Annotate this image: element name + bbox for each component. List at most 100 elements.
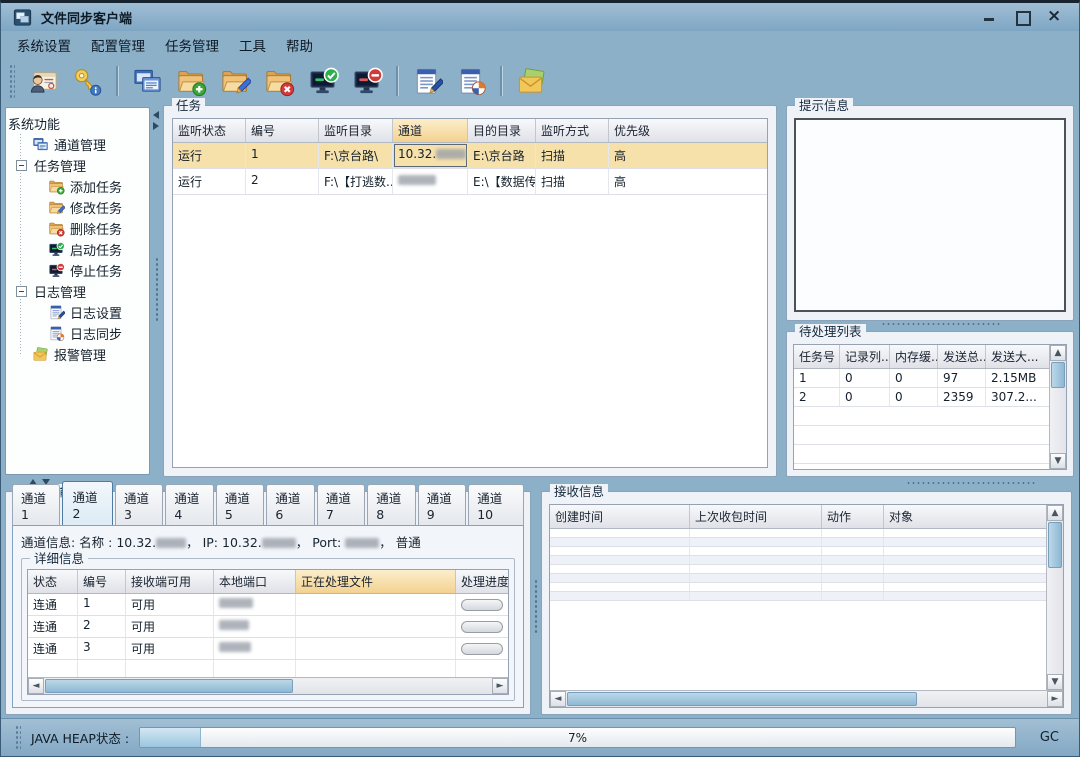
collapse-left-icon[interactable] — [153, 111, 159, 119]
column-header[interactable]: 记录列... — [840, 345, 890, 368]
scroll-right-icon[interactable]: ► — [1047, 691, 1063, 707]
table-row[interactable]: 运行 2 F:\【打逃数... E:\【数据传... 扫描 高 — [173, 169, 767, 195]
scroll-left-icon[interactable]: ◄ — [28, 678, 44, 694]
scroll-down-icon[interactable]: ▼ — [1047, 674, 1063, 690]
collapse-right-icon[interactable] — [153, 122, 159, 130]
column-header[interactable]: 正在处理文件 — [296, 570, 456, 593]
collapse-expander-icon[interactable] — [16, 160, 27, 171]
scroll-up-icon[interactable]: ▲ — [1050, 345, 1066, 361]
column-header[interactable]: 状态 — [28, 570, 78, 593]
scrollbar-thumb[interactable] — [1051, 362, 1065, 388]
channel-manage-button[interactable] — [127, 62, 167, 100]
sidebar-item-edit-task[interactable]: 修改任务 — [8, 197, 147, 218]
scrollbar-track[interactable] — [1050, 389, 1066, 453]
sidebar-item-log-manage[interactable]: 日志管理 — [8, 281, 147, 302]
channel-tab[interactable]: 通道4 — [165, 484, 213, 526]
table-row[interactable]: 运行 1 F:\京台路\ 10.32. E:\京台路 扫描 高 — [173, 143, 767, 169]
channel-tab[interactable]: 通道6 — [266, 484, 314, 526]
user-card-button[interactable] — [23, 62, 63, 100]
column-header[interactable]: 任务号 — [794, 345, 840, 368]
menu-item[interactable]: 任务管理 — [155, 31, 229, 59]
vertical-splitter[interactable] — [152, 107, 162, 475]
splitter-collapse-arrows[interactable] — [153, 111, 159, 130]
maximize-icon[interactable] — [1015, 10, 1029, 24]
sidebar-item-log-sync[interactable]: 日志同步 — [8, 323, 147, 344]
channel-tab[interactable]: 通道5 — [216, 484, 264, 526]
sidebar-item-task-manage[interactable]: 任务管理 — [8, 155, 147, 176]
column-header[interactable]: 创建时间 — [550, 505, 690, 528]
table-row[interactable]: 1 0 0 97 2.15MB — [794, 369, 1049, 388]
channel-tab[interactable]: 通道3 — [115, 484, 163, 526]
column-header[interactable]: 发送总... — [938, 345, 986, 368]
sidebar-item-start-task[interactable]: 启动任务 — [8, 239, 147, 260]
vertical-splitter[interactable] — [532, 491, 540, 715]
channel-tab[interactable]: 通道1 — [12, 484, 60, 526]
scroll-up-icon[interactable]: ▲ — [1047, 505, 1063, 521]
column-header[interactable]: 监听目录 — [319, 119, 393, 142]
alarm-button[interactable] — [511, 62, 551, 100]
splitter-grip[interactable] — [534, 579, 538, 635]
stop-task-button[interactable] — [347, 62, 387, 100]
log-settings-button[interactable] — [407, 62, 447, 100]
scrollbar-thumb[interactable] — [45, 679, 293, 693]
column-header[interactable]: 发送大... — [986, 345, 1049, 368]
sidebar-item-add-task[interactable]: 添加任务 — [8, 176, 147, 197]
scroll-right-icon[interactable]: ► — [492, 678, 508, 694]
sidebar-item-channel-manage[interactable]: 通道管理 — [8, 134, 147, 155]
sidebar-item-stop-task[interactable]: 停止任务 — [8, 260, 147, 281]
tip-message-area[interactable] — [794, 118, 1066, 312]
table-row[interactable]: 连通 3 可用 — [28, 638, 508, 660]
channel-tab[interactable]: 通道7 — [317, 484, 365, 526]
menu-item[interactable]: 系统设置 — [7, 31, 81, 59]
horizontal-scrollbar[interactable]: ◄ ► — [550, 690, 1063, 707]
scroll-left-icon[interactable]: ◄ — [550, 691, 566, 707]
column-header[interactable]: 监听方式 — [536, 119, 609, 142]
scrollbar-track[interactable] — [1047, 569, 1063, 674]
scroll-down-icon[interactable]: ▼ — [1050, 453, 1066, 469]
scrollbar-track[interactable] — [918, 691, 1047, 707]
column-header[interactable]: 编号 — [78, 570, 126, 593]
scrollbar-track[interactable] — [294, 678, 492, 694]
column-header[interactable]: 内存缓... — [890, 345, 938, 368]
column-header[interactable]: 上次收包时间 — [690, 505, 822, 528]
channel-tab[interactable]: 通道9 — [418, 484, 466, 526]
horizontal-splitter-grip[interactable] — [881, 322, 1001, 327]
column-header[interactable]: 监听状态 — [173, 119, 246, 142]
sidebar-item-log-settings[interactable]: 日志设置 — [8, 302, 147, 323]
column-header[interactable]: 接收端可用 — [126, 570, 214, 593]
add-task-button[interactable] — [171, 62, 211, 100]
table-row[interactable]: 连通 1 可用 — [28, 594, 508, 616]
close-icon[interactable]: × — [1047, 10, 1061, 24]
column-header[interactable]: 处理进度 — [456, 570, 508, 593]
vertical-scrollbar[interactable]: ▲ ▼ — [1049, 345, 1066, 469]
column-header[interactable]: 编号 — [246, 119, 319, 142]
column-header[interactable]: 优先级 — [609, 119, 767, 142]
vertical-scrollbar[interactable]: ▲ ▼ — [1046, 505, 1063, 690]
gc-button[interactable]: GC — [1034, 728, 1065, 747]
key-button[interactable] — [67, 62, 107, 100]
column-header[interactable]: 本地端口 — [214, 570, 296, 593]
channel-tab[interactable]: 通道10 — [468, 484, 524, 526]
sidebar-item-delete-task[interactable]: 删除任务 — [8, 218, 147, 239]
delete-task-button[interactable] — [259, 62, 299, 100]
scrollbar-thumb[interactable] — [1048, 522, 1062, 568]
cell-channel[interactable] — [393, 169, 468, 194]
sidebar-item-alarm-manage[interactable]: 报警管理 — [8, 344, 147, 365]
splitter-grip[interactable] — [906, 481, 1036, 485]
menu-item[interactable]: 配置管理 — [81, 31, 155, 59]
splitter-grip[interactable] — [155, 257, 159, 321]
log-sync-button[interactable] — [451, 62, 491, 100]
cell-channel[interactable]: 10.32. — [393, 143, 468, 168]
tree-root[interactable]: 系统功能 — [8, 113, 147, 134]
collapse-expander-icon[interactable] — [16, 286, 27, 297]
column-header[interactable]: 目的目录 — [468, 119, 536, 142]
menu-item[interactable]: 帮助 — [276, 31, 323, 59]
channel-tab[interactable]: 通道2 — [62, 481, 112, 526]
minimize-icon[interactable] — [983, 10, 997, 24]
channel-tab[interactable]: 通道8 — [367, 484, 415, 526]
table-row[interactable]: 2 0 0 2359 307.2... — [794, 388, 1049, 407]
column-header[interactable]: 动作 — [822, 505, 884, 528]
scrollbar-thumb[interactable] — [567, 692, 917, 706]
toolbar-grip[interactable] — [9, 64, 15, 98]
horizontal-scrollbar[interactable]: ◄ ► — [28, 677, 508, 694]
